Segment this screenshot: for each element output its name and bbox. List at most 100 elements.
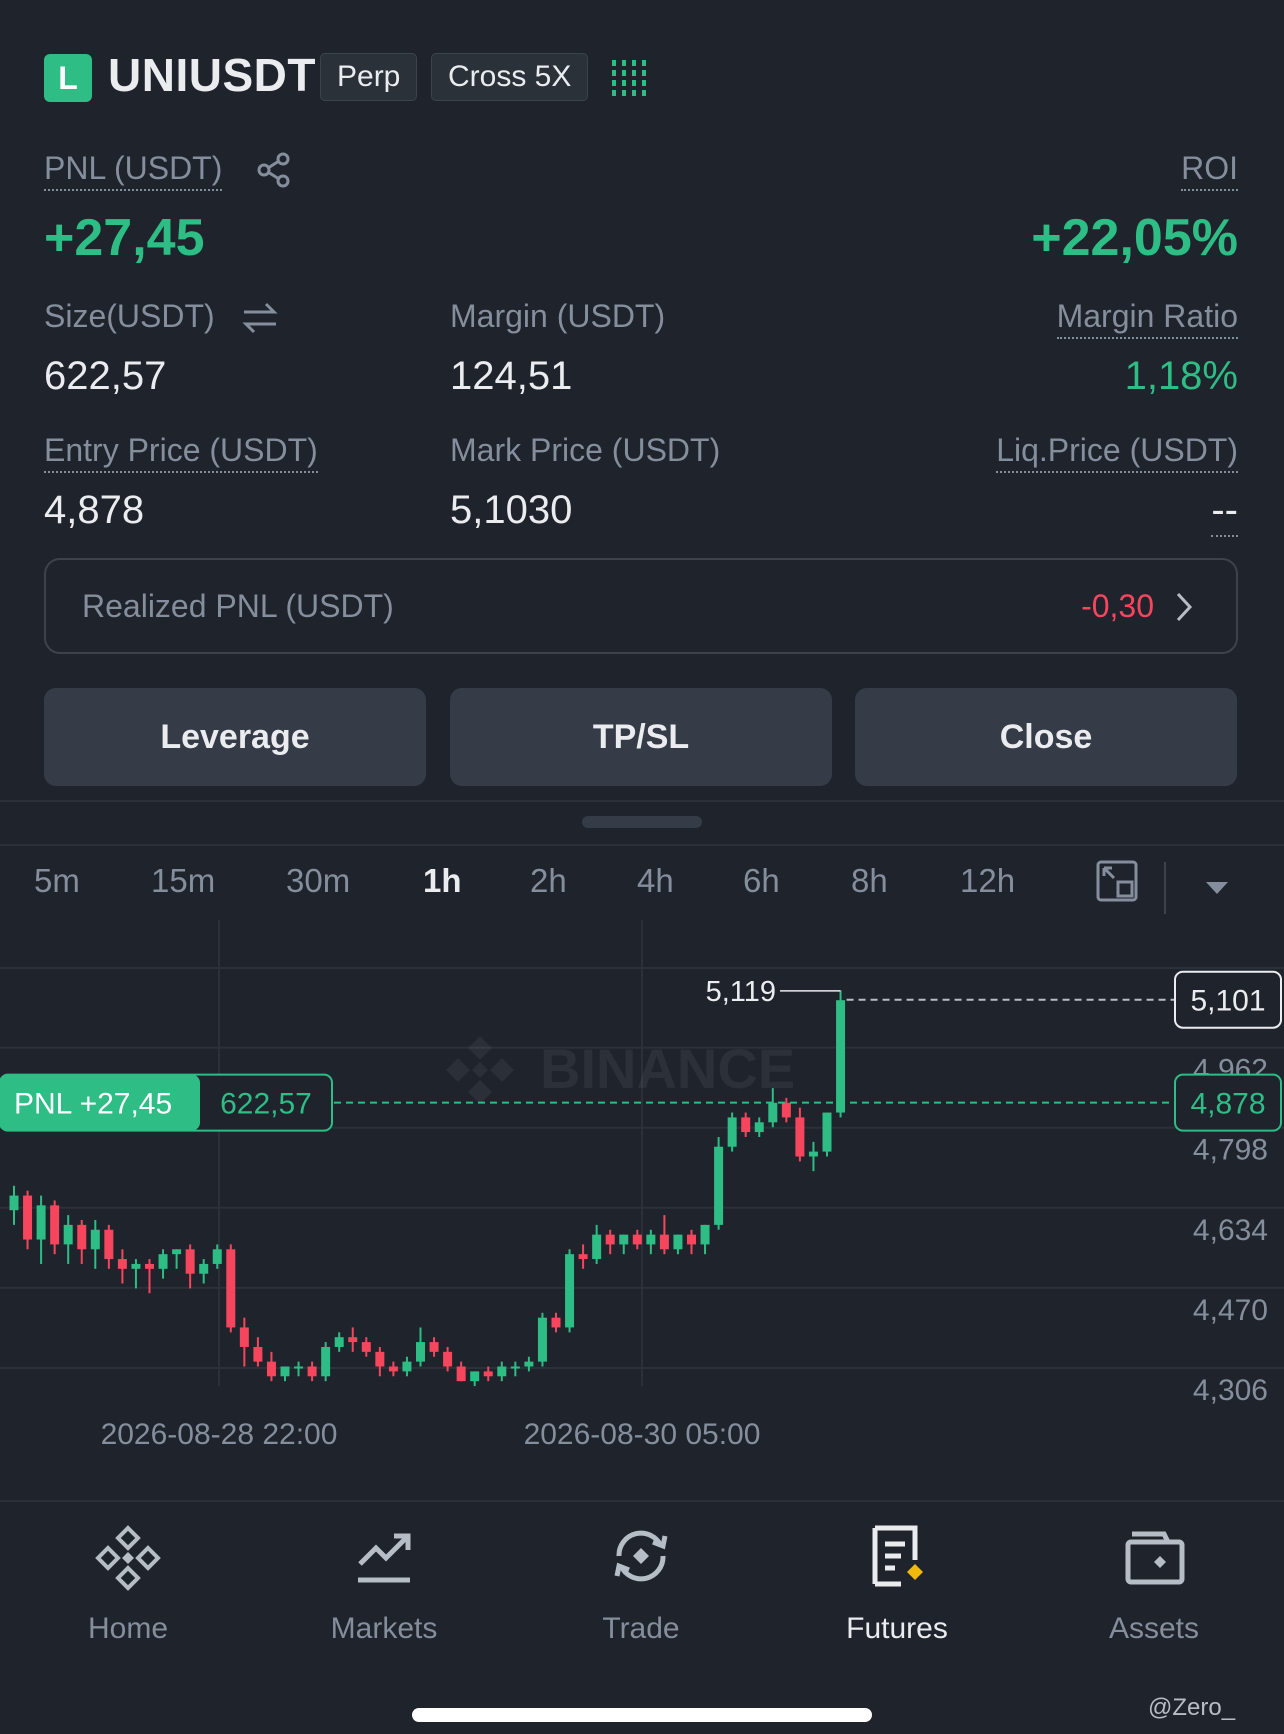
roi-label[interactable]: ROI <box>1181 150 1238 191</box>
chart-grid <box>0 920 1284 1386</box>
nav-label: Home <box>87 1612 169 1645</box>
pnl-position-tag[interactable]: PNL +27,45 622,57 <box>0 1073 333 1132</box>
candle-body <box>659 1234 669 1250</box>
user-watermark: @Zero_ <box>1148 1694 1236 1721</box>
candle-body <box>551 1317 561 1328</box>
candle-body <box>632 1234 642 1245</box>
markets-icon <box>358 1533 411 1583</box>
candle-body <box>294 1366 304 1369</box>
margin-value: 124,51 <box>450 354 573 398</box>
candle-body <box>117 1259 127 1269</box>
tab-15m[interactable]: 15m <box>151 862 215 900</box>
home-indicator[interactable] <box>412 1708 872 1722</box>
tab-12h[interactable]: 12h <box>960 862 1015 900</box>
candle-body <box>524 1361 534 1367</box>
candle-body <box>50 1205 60 1245</box>
fullscreen-icon[interactable] <box>1096 860 1138 902</box>
candle-body <box>741 1117 751 1133</box>
leverage-button[interactable]: Leverage <box>44 688 426 786</box>
candle-body <box>185 1249 195 1274</box>
y-tick-label: 4,798 <box>1193 1134 1268 1167</box>
candle-body <box>754 1122 764 1133</box>
liq-price-label[interactable]: Liq.Price (USDT) <box>996 432 1238 473</box>
tab-2h[interactable]: 2h <box>530 862 567 900</box>
entry-price-label: 4,878 <box>1190 1088 1265 1121</box>
candle-body <box>565 1254 575 1328</box>
margin-mode-tag[interactable]: Cross 5X <box>431 53 589 101</box>
candle-body <box>443 1351 453 1367</box>
symbol-title[interactable]: UNIUSDT <box>108 48 316 102</box>
y-axis-ticks: 5,1254,9624,7984,6344,4704,306 <box>1193 974 1268 1407</box>
realized-pnl-value: -0,30 <box>1081 588 1154 624</box>
tab-5m[interactable]: 5m <box>34 862 80 900</box>
divider <box>1164 862 1166 914</box>
candle-body <box>700 1224 710 1245</box>
y-tick-label: 4,634 <box>1193 1214 1268 1247</box>
candle-body <box>375 1351 385 1367</box>
nav-label: Markets <box>330 1612 438 1645</box>
binance-watermark: BINANCE <box>446 1036 795 1104</box>
drag-handle[interactable] <box>582 816 702 828</box>
nav-trade[interactable]: Trade <box>541 1520 741 1646</box>
margin-label: Margin (USDT) <box>450 298 666 334</box>
tab-30m[interactable]: 30m <box>286 862 350 900</box>
chevron-down-icon[interactable] <box>1204 880 1230 896</box>
trade-icon <box>614 1530 668 1582</box>
swap-icon[interactable] <box>240 300 280 336</box>
nav-futures[interactable]: Futures <box>797 1520 997 1646</box>
tpsl-button[interactable]: TP/SL <box>450 688 832 786</box>
pnl-label[interactable]: PNL (USDT) <box>44 150 223 191</box>
mark-price-label: Mark Price (USDT) <box>450 432 721 468</box>
close-position-button[interactable]: Close <box>855 688 1237 786</box>
candle-body <box>402 1361 412 1372</box>
candle-body <box>768 1102 778 1123</box>
tab-8h[interactable]: 8h <box>851 862 888 900</box>
candle-body <box>470 1371 480 1382</box>
entry-price-value: 4,878 <box>44 488 145 532</box>
nav-markets[interactable]: Markets <box>284 1520 484 1646</box>
candle-body <box>77 1224 87 1250</box>
candle-body <box>145 1263 154 1269</box>
entry-price-label[interactable]: Entry Price (USDT) <box>44 432 318 473</box>
candle-body <box>836 1000 846 1113</box>
x-tick-label: 2026-08-28 22:00 <box>101 1418 338 1451</box>
divider <box>0 844 1284 846</box>
candle-body <box>619 1234 629 1245</box>
candle-body <box>483 1371 493 1377</box>
candle-body <box>23 1195 33 1240</box>
long-side-badge: L <box>44 54 92 102</box>
candle-body <box>781 1102 791 1118</box>
nav-home[interactable]: Home <box>28 1520 228 1646</box>
candle-body <box>199 1263 209 1274</box>
candle-body <box>592 1234 602 1260</box>
nav-label: Trade <box>602 1612 680 1645</box>
candle-body <box>36 1205 46 1240</box>
candle-body <box>9 1195 19 1211</box>
size-value: 622,57 <box>44 354 167 398</box>
candle-body <box>90 1229 100 1250</box>
nav-assets[interactable]: Assets <box>1054 1520 1254 1646</box>
margin-ratio-value: 1,18% <box>1124 354 1238 398</box>
realized-pnl-label: Realized PNL (USDT) <box>82 588 394 624</box>
liq-price-value: -- <box>1211 488 1238 537</box>
tab-1h[interactable]: 1h <box>423 862 462 900</box>
candle-body <box>321 1346 331 1377</box>
home-icon <box>95 1525 161 1591</box>
candle-body <box>497 1366 507 1377</box>
price-chart[interactable]: BINANCE 5,1254,9624,7984,6344,4704,306 5… <box>0 920 1284 1480</box>
margin-ratio-label[interactable]: Margin Ratio <box>1056 298 1238 339</box>
tab-6h[interactable]: 6h <box>743 862 780 900</box>
candle-body <box>456 1366 466 1382</box>
adl-indicator-icon <box>612 60 646 96</box>
candle-body <box>280 1366 290 1377</box>
candle-body <box>429 1342 439 1352</box>
share-icon[interactable] <box>256 152 292 188</box>
assets-icon <box>1125 1531 1185 1585</box>
realized-pnl-row[interactable]: Realized PNL (USDT) -0,30 <box>44 558 1238 654</box>
candle-body <box>63 1224 73 1245</box>
candle-body <box>172 1249 182 1255</box>
last-price-label: 5,101 <box>1190 985 1265 1018</box>
tab-4h[interactable]: 4h <box>637 862 674 900</box>
candle-body <box>510 1366 520 1369</box>
candle-body <box>808 1151 818 1157</box>
